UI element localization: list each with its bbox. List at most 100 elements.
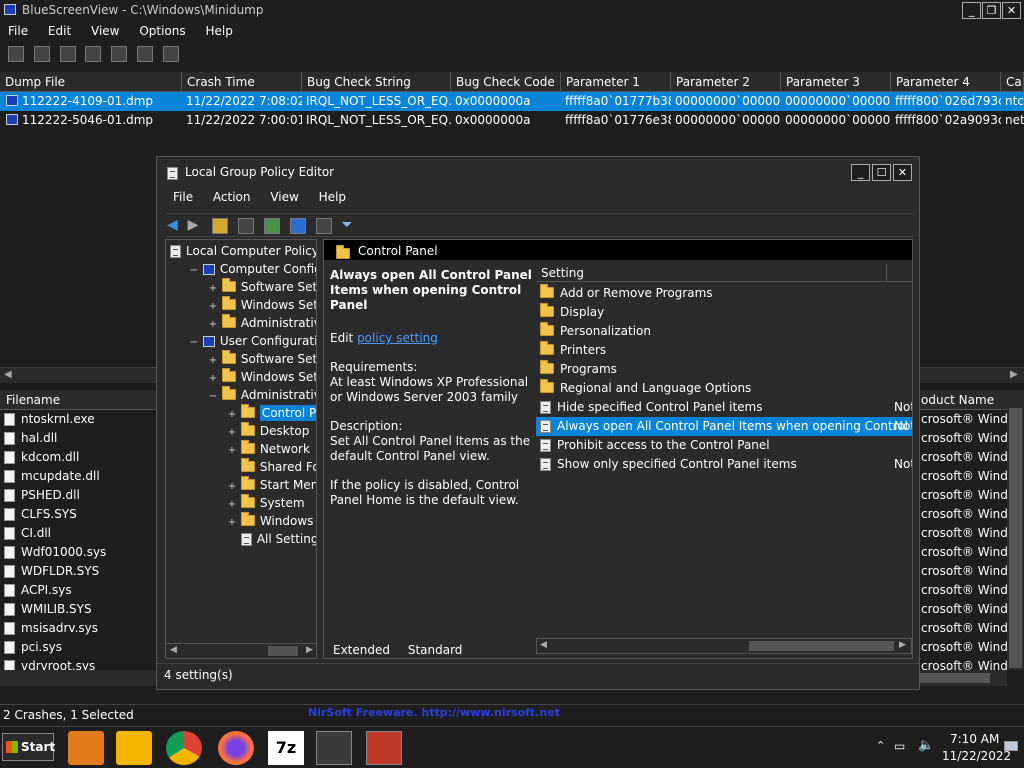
gpedit-maximize-button[interactable]: ☐ (872, 164, 891, 181)
expand-toggle-icon[interactable]: − (208, 388, 218, 406)
list-item[interactable]: Show only specified Control Panel items N… (536, 455, 912, 474)
volume-icon[interactable]: 🔈 (918, 738, 934, 753)
scroll-left-arrow-icon[interactable]: ◀ (540, 640, 547, 650)
floppy-icon[interactable] (33, 46, 50, 62)
tree-item[interactable]: All Settings (227, 530, 316, 548)
tree-item[interactable]: Local Computer Policy (170, 242, 316, 260)
tree-item[interactable]: − Administrative Te (208, 386, 316, 406)
col-product-name[interactable]: oduct Name (921, 393, 994, 407)
menu-file[interactable]: File (8, 24, 28, 38)
list-item[interactable]: Always open All Control Panel Items when… (536, 417, 912, 436)
clock-date[interactable]: 11/22/2022 (942, 749, 1011, 763)
scroll-right-arrow-icon[interactable]: ▶ (899, 640, 906, 650)
tree-item[interactable]: + Start Menu ar (227, 476, 316, 494)
tree-item[interactable]: + Control Panel (227, 404, 316, 422)
menu-view[interactable]: View (91, 24, 119, 38)
tab-extended[interactable]: Extended (333, 643, 390, 657)
col-caused-by[interactable]: Ca (1001, 72, 1024, 92)
tree-item[interactable]: + Network (227, 440, 310, 458)
copy-icon[interactable] (85, 46, 102, 62)
table-row[interactable]: pci.sys (4, 638, 62, 657)
show-hidden-icons-icon[interactable]: ⌃ (876, 739, 885, 752)
tree-item[interactable]: + Windows Setting (208, 296, 316, 314)
exit-icon[interactable] (162, 46, 179, 62)
gp-menu-file[interactable]: File (173, 190, 193, 204)
gpedit-task-icon[interactable] (366, 731, 402, 765)
tree-hscroll-thumb[interactable] (268, 646, 298, 656)
find-icon[interactable] (137, 46, 154, 62)
firefox-task-icon[interactable] (218, 731, 254, 765)
properties-pane-icon[interactable] (315, 217, 332, 234)
list-item[interactable]: Add or Remove Programs (536, 284, 912, 303)
col-dump-file[interactable]: Dump File (0, 72, 182, 92)
save-icon[interactable] (8, 46, 24, 62)
list-item[interactable]: Printers (536, 341, 912, 360)
table-row[interactable]: CI.dll (4, 524, 51, 543)
clock-time[interactable]: 7:10 AM (950, 732, 999, 746)
col-parameter-4[interactable]: Parameter 4 (891, 72, 1001, 92)
minimize-button[interactable]: _ (962, 2, 981, 19)
expand-toggle-icon[interactable]: − (189, 262, 199, 280)
gp-menu-help[interactable]: Help (319, 190, 346, 204)
help-icon[interactable] (289, 217, 306, 234)
scroll-left-arrow-icon[interactable]: ◀ (170, 645, 177, 655)
file-table-vscrollbar[interactable] (1007, 390, 1024, 670)
menu-options[interactable]: Options (139, 24, 185, 38)
scroll-right-arrow-icon[interactable]: ▶ (306, 645, 313, 655)
tree-item[interactable]: − User Configuration (189, 332, 316, 352)
table-row[interactable]: hal.dll (4, 429, 57, 448)
list-item[interactable]: Display (536, 303, 912, 322)
show-desktop-icon[interactable] (1004, 741, 1018, 751)
table-row[interactable]: 112222-4109-01.dmp 11/22/2022 7:08:02...… (0, 92, 1024, 111)
tab-standard[interactable]: Standard (408, 643, 463, 657)
col-crash-time[interactable]: Crash Time (182, 72, 302, 92)
table-row[interactable]: ntoskrnl.exe (4, 410, 95, 429)
file-explorer-task-icon[interactable] (68, 731, 104, 765)
col-bug-check-string[interactable]: Bug Check String (302, 72, 451, 92)
list-item[interactable]: Personalization (536, 322, 912, 341)
tree-hscrollbar[interactable]: ◀ ▶ (165, 643, 317, 659)
scroll-left-arrow-icon[interactable]: ◀ (4, 369, 12, 380)
list-item[interactable]: Regional and Language Options (536, 379, 912, 398)
tree-item[interactable]: Shared Folder (227, 458, 316, 476)
table-row[interactable]: PSHED.dll (4, 486, 80, 505)
start-button[interactable]: Start (2, 733, 55, 761)
tree-item[interactable]: + Software Settings (208, 278, 316, 296)
vscroll-thumb[interactable] (1009, 408, 1022, 668)
tree-item[interactable]: − Computer Configura (189, 260, 316, 280)
policy-setting-link[interactable]: policy setting (357, 331, 438, 345)
list-item[interactable]: Hide specified Control Panel items Not (536, 398, 912, 417)
html-report-icon[interactable] (59, 46, 76, 62)
expand-toggle-icon[interactable]: − (189, 334, 199, 352)
col-parameter-1[interactable]: Parameter 1 (561, 72, 671, 92)
gp-menu-action[interactable]: Action (213, 190, 251, 204)
settings-hscroll-thumb[interactable] (749, 641, 894, 651)
show-hide-tree-icon[interactable] (238, 217, 255, 234)
media-player-task-icon[interactable] (116, 731, 152, 765)
properties-icon[interactable] (111, 46, 128, 62)
col-parameter-2[interactable]: Parameter 2 (671, 72, 781, 92)
col-filename[interactable]: Filename (6, 393, 60, 407)
gp-menu-view[interactable]: View (270, 190, 298, 204)
table-row[interactable]: kdcom.dll (4, 448, 79, 467)
tree-item[interactable]: + System (227, 494, 305, 512)
forward-arrow-icon[interactable]: ▶ (188, 217, 199, 233)
table-row[interactable]: msisadrv.sys (4, 619, 98, 638)
col-bug-check-code[interactable]: Bug Check Code (451, 72, 561, 92)
tree-item[interactable]: + Windows Cor (227, 512, 316, 530)
gpedit-close-button[interactable]: ✕ (893, 164, 912, 181)
table-row[interactable]: Wdf01000.sys (4, 543, 106, 562)
table-row[interactable]: mcupdate.dll (4, 467, 100, 486)
up-folder-icon[interactable] (212, 217, 229, 234)
table-row[interactable]: WMILIB.SYS (4, 600, 92, 619)
menu-edit[interactable]: Edit (48, 24, 71, 38)
network-icon[interactable]: ▭ (894, 739, 905, 753)
chrome-task-icon[interactable] (166, 731, 202, 765)
table-row[interactable]: 112222-5046-01.dmp 11/22/2022 7:00:01...… (0, 111, 1024, 130)
gpedit-minimize-button[interactable]: _ (851, 164, 870, 181)
back-arrow-icon[interactable]: ◀ (167, 217, 178, 233)
tree-item[interactable]: + Administrative Te (208, 314, 316, 332)
settings-hscrollbar[interactable]: ◀ ▶ (536, 638, 912, 654)
col-parameter-3[interactable]: Parameter 3 (781, 72, 891, 92)
bluescreenview-task-icon[interactable] (316, 731, 352, 765)
